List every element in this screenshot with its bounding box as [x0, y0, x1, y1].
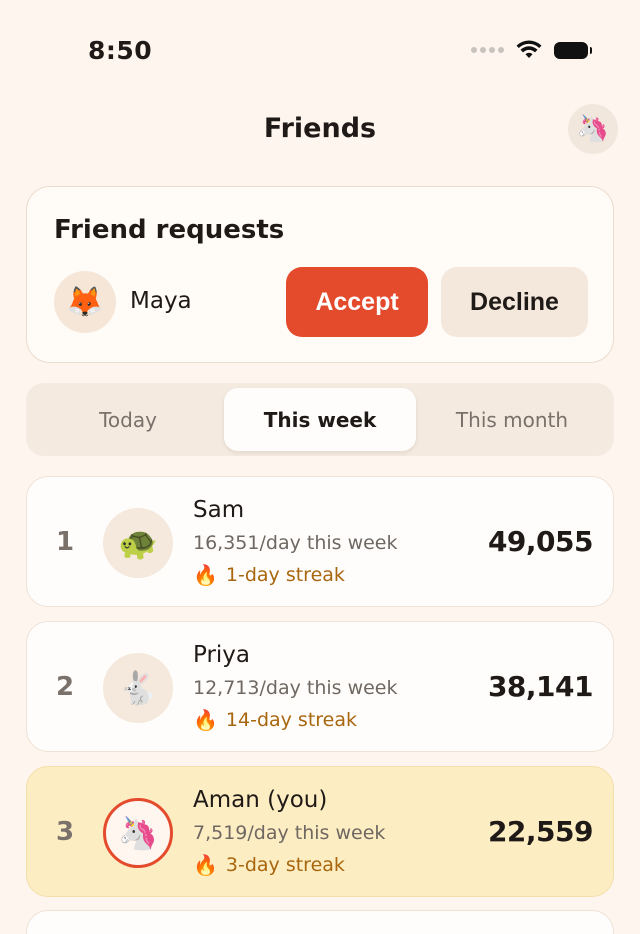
page-title: Friends [263, 113, 377, 144]
tab-today[interactable]: Today [32, 388, 224, 451]
leaderboard-row[interactable]: 1 🐢 Sam 16,351/day this week 🔥 1-day str… [26, 476, 614, 607]
avatar: 🐢 [103, 508, 173, 578]
leaderboard-row-you[interactable]: 3 🦄 Aman (you) 7,519/day this week 🔥 3-d… [26, 766, 614, 897]
flame-icon: 🔥 [193, 563, 218, 587]
streak-label: 1-day streak [225, 564, 345, 586]
friend-requests-card: Friend requests 🦊 Maya Accept Decline [26, 186, 614, 363]
rank-number: 1 [56, 527, 75, 557]
step-total: 38,141 [487, 670, 594, 703]
wifi-icon [516, 40, 542, 58]
avatar: 🐇 [103, 653, 173, 723]
status-icons [471, 40, 592, 60]
streak-badge: 🔥 14-day streak [193, 708, 357, 732]
streak-badge: 🔥 1-day streak [193, 563, 345, 587]
decline-button[interactable]: Decline [441, 267, 588, 337]
step-total: 22,559 [487, 815, 594, 848]
request-name: Maya [130, 288, 192, 314]
accept-button[interactable]: Accept [286, 267, 428, 337]
tab-this-month[interactable]: This month [416, 388, 608, 451]
cellular-signal-icon [471, 47, 504, 53]
battery-icon [554, 41, 592, 59]
avatar: 🦊 [54, 271, 116, 333]
daily-rate: 12,713/day this week [193, 677, 398, 699]
streak-label: 14-day streak [225, 709, 358, 731]
period-segmented-control: Today This week This month [26, 383, 614, 456]
unicorn-icon: 🦄 [118, 814, 158, 852]
turtle-icon: 🐢 [118, 524, 158, 562]
friend-name: Aman (you) [193, 787, 328, 813]
rank-number: 2 [56, 672, 75, 702]
unicorn-icon: 🦄 [576, 114, 610, 144]
streak-label: 3-day streak [225, 854, 345, 876]
leaderboard-row[interactable]: 2 🐇 Priya 12,713/day this week 🔥 14-day … [26, 621, 614, 752]
profile-avatar-button[interactable]: 🦄 [568, 104, 618, 154]
rank-number: 3 [56, 817, 75, 847]
friend-requests-title: Friend requests [54, 215, 285, 245]
avatar: 🦄 [103, 798, 173, 868]
flame-icon: 🔥 [193, 708, 218, 732]
friend-name: Priya [193, 642, 251, 668]
leaderboard-row[interactable] [26, 910, 614, 934]
friend-name: Sam [193, 497, 245, 523]
rabbit-icon: 🐇 [118, 669, 158, 707]
status-bar: 8:50 [0, 0, 640, 100]
daily-rate: 7,519/day this week [193, 822, 386, 844]
step-total: 49,055 [487, 525, 594, 558]
daily-rate: 16,351/day this week [193, 532, 398, 554]
streak-badge: 🔥 3-day streak [193, 853, 345, 877]
status-time: 8:50 [88, 36, 153, 65]
tab-this-week[interactable]: This week [224, 388, 416, 451]
flame-icon: 🔥 [193, 853, 218, 877]
fox-icon: 🦊 [66, 284, 104, 320]
